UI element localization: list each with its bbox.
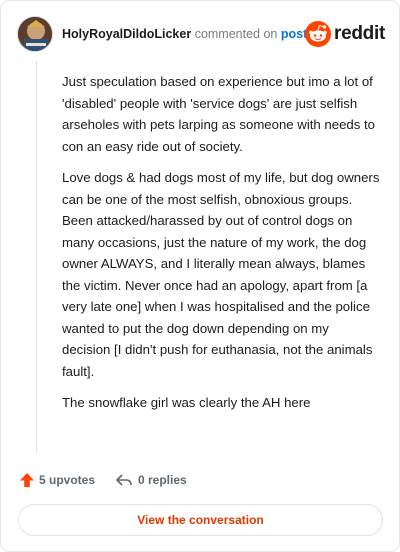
comment-paragraph: Love dogs & had dogs most of my life, bu… [62,170,380,379]
post-link[interactable]: post [281,27,307,41]
comment-header: HolyRoyalDildoLicker commented on post r… [17,16,385,52]
view-conversation-button[interactable]: View the conversation [18,504,383,536]
comment-paragraph: Just speculation based on experience but… [62,74,376,154]
avatar-image [18,17,52,51]
upvote-button[interactable]: 5 upvotes [19,470,95,490]
upvote-count: 5 upvotes [39,473,96,487]
comment-card: HolyRoyalDildoLicker commented on post r… [0,0,400,552]
reply-arrow-icon [116,474,132,486]
reddit-snoo-icon [305,21,332,47]
comment-actions: 5 upvotes 0 replies [19,470,379,490]
comment-meta: HolyRoyalDildoLicker commented on post [62,26,307,42]
comment-body: Just speculation based on experience but… [62,71,380,424]
reddit-logo[interactable]: reddit [305,20,385,48]
thread-line [36,61,37,453]
user-avatar[interactable] [17,16,53,52]
reply-button[interactable]: 0 replies [115,470,187,490]
reply-count: 0 replies [138,473,187,487]
upvote-arrow-icon [20,473,34,487]
reddit-wordmark: reddit [334,23,385,44]
comment-paragraph: The snowflake girl was clearly the AH he… [62,395,311,410]
username[interactable]: HolyRoyalDildoLicker [62,27,191,41]
commented-label: commented on [194,27,278,41]
